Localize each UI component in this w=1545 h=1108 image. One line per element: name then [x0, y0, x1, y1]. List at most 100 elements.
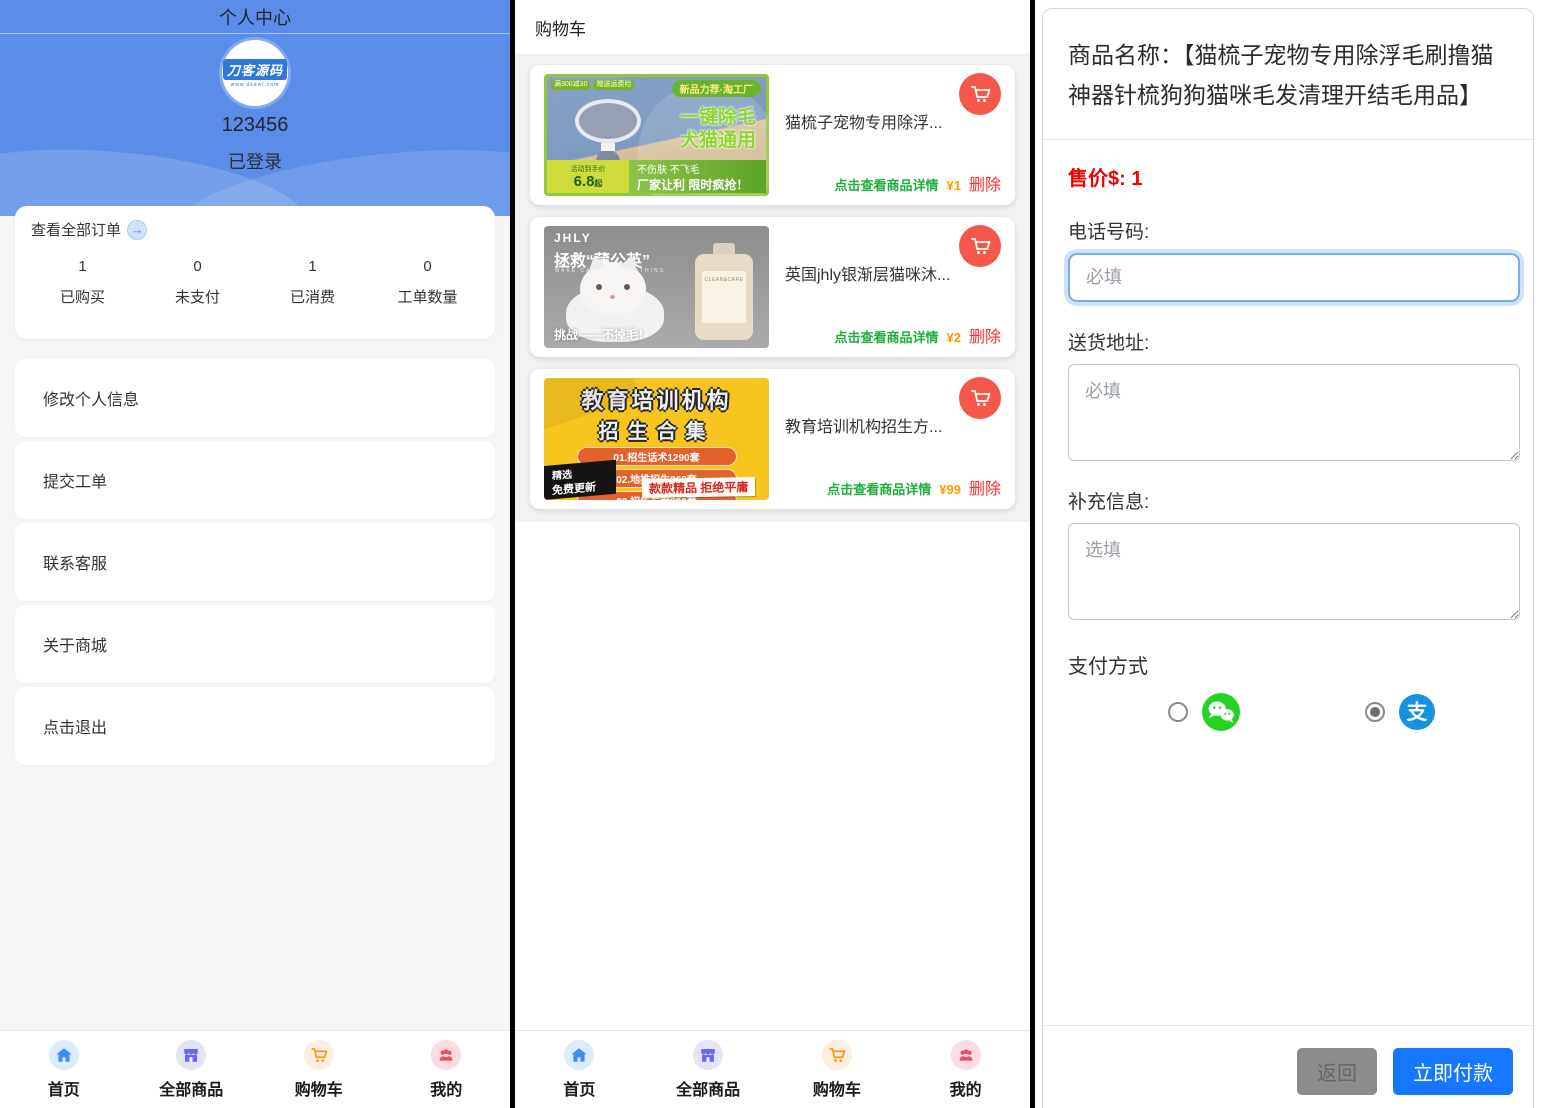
product-image-brush[interactable]: 满300减30 赠送运费险 新品力荐·淘工厂 一键除毛 犬猫通用 — [544, 74, 769, 196]
address-textarea[interactable] — [1068, 364, 1520, 461]
username: 123456 — [0, 114, 510, 137]
delete-item-link[interactable]: 删除 — [969, 475, 1001, 499]
profile-page-title: 个人中心 — [0, 0, 510, 34]
stat-purchased-value: 1 — [25, 258, 140, 275]
tab-mine[interactable]: 我的 — [901, 1040, 1030, 1100]
checkout-form: 商品名称：【猫梳子宠物专用除浮毛刷撸猫神器针梳狗狗猫咪毛发清理开结毛用品】 售价… — [1043, 9, 1533, 1025]
delete-item-link[interactable]: 删除 — [969, 171, 1001, 195]
tab-cart-label: 购物车 — [295, 1076, 343, 1100]
payment-option-alipay[interactable]: 支 — [1365, 694, 1435, 730]
alipay-icon: 支 — [1399, 694, 1435, 730]
menu-item-contact-support[interactable]: 联系客服 — [15, 523, 495, 601]
bottle-label: CLEAN&CARE — [702, 271, 746, 323]
home-icon — [564, 1040, 594, 1070]
stat-tickets: 0 工单数量 — [370, 258, 485, 307]
cart-item-title[interactable]: 猫梳子宠物专用除浮... — [785, 109, 965, 133]
arrow-right-icon: → — [127, 220, 147, 240]
ad-headline1: 一键除毛 — [680, 107, 756, 130]
extra-info-label: 补充信息: — [1068, 487, 1508, 514]
people-icon — [431, 1040, 461, 1070]
payment-options: 支 — [1043, 693, 1533, 731]
stat-purchased-label: 已购买 — [25, 286, 140, 307]
stat-unpaid-value: 0 — [140, 258, 255, 275]
menu-item-about-mall[interactable]: 关于商城 — [15, 605, 495, 683]
avatar-logo-text: 刀客源码 — [223, 59, 287, 80]
tab-home[interactable]: 首页 — [0, 1040, 128, 1100]
stat-purchased: 1 已购买 — [25, 258, 140, 307]
bottle-graphic: CLEAN&CARE — [695, 243, 753, 340]
tab-home-label: 首页 — [48, 1076, 80, 1100]
ad-slogan: 款款精品 拒绝平庸 — [641, 477, 755, 498]
order-stats: 1 已购买 0 未支付 1 已消费 0 工单数量 — [25, 258, 485, 307]
ad-brand: JHLY — [554, 231, 592, 245]
view-all-orders-link[interactable]: 查看全部订单 → — [25, 219, 485, 240]
cart-badge-icon[interactable] — [959, 73, 1001, 115]
tab-cart[interactable]: 购物车 — [255, 1040, 383, 1100]
ad-promo2: 厂家让利 限时疯抢！ — [637, 176, 766, 193]
cart-item-title[interactable]: 英国jhly银渐层猫咪沐... — [785, 261, 965, 285]
menu-item-submit-ticket[interactable]: 提交工单 — [15, 441, 495, 519]
ad-price-suffix: 起 — [594, 179, 602, 188]
profile-panel: 个人中心 刀客源码 www.dkewl.com 123456 已登录 查看全部订… — [0, 0, 510, 1108]
phone-label: 电话号码: — [1068, 217, 1508, 244]
avatar-logo-url: www.dkewl.com — [231, 82, 280, 88]
ad-title1: 教育培训机构 — [544, 383, 769, 415]
ad-promo1: 不伤肤 不飞毛 — [637, 161, 766, 176]
cart-item-brush: 满300减30 赠送运费险 新品力荐·淘工厂 一键除毛 犬猫通用 — [530, 65, 1015, 205]
ad-badge: 满300减30 — [551, 80, 590, 90]
product-image-education[interactable]: 教育培训机构 招生合集 01.招生话术1290套 02.地推招生368套 03.… — [544, 378, 769, 500]
stat-tickets-label: 工单数量 — [370, 286, 485, 307]
stat-consumed: 1 已消费 — [255, 258, 370, 307]
cat-ad-art: JHLY 拯救“蒲公英” MAKE CATS LOVE BATHING — [544, 226, 769, 348]
avatar: 刀客源码 www.dkewl.com — [222, 40, 288, 106]
tab-all-products-label: 全部商品 — [159, 1076, 223, 1100]
view-detail-link[interactable]: 点击查看商品详情 — [835, 175, 939, 194]
tab-home[interactable]: 首页 — [515, 1040, 644, 1100]
payment-option-wechat[interactable] — [1168, 693, 1240, 731]
menu-item-logout[interactable]: 点击退出 — [15, 687, 495, 765]
login-status: 已登录 — [0, 148, 510, 174]
product-image-shampoo[interactable]: JHLY 拯救“蒲公英” MAKE CATS LOVE BATHING — [544, 226, 769, 348]
address-label: 送货地址: — [1068, 328, 1508, 355]
people-icon — [951, 1040, 981, 1070]
stat-unpaid-label: 未支付 — [140, 286, 255, 307]
menu-item-edit-profile[interactable]: 修改个人信息 — [15, 359, 495, 437]
cart-badge-icon[interactable] — [959, 225, 1001, 267]
wechat-icon — [1202, 693, 1240, 731]
phone-input[interactable] — [1068, 253, 1520, 302]
view-all-orders-label: 查看全部订单 — [31, 219, 121, 240]
alipay-radio[interactable] — [1365, 702, 1385, 722]
tab-all-products[interactable]: 全部商品 — [644, 1040, 773, 1100]
cart-item-shampoo: JHLY 拯救“蒲公英” MAKE CATS LOVE BATHING — [530, 217, 1015, 357]
cart-list: 满300减30 赠送运费险 新品力荐·淘工厂 一键除毛 犬猫通用 — [515, 55, 1030, 522]
cart-item-price: ¥1 — [947, 178, 961, 193]
store-icon — [693, 1040, 723, 1070]
delete-item-link[interactable]: 删除 — [969, 323, 1001, 347]
tab-mine-label: 我的 — [430, 1076, 462, 1100]
cart-page-title: 购物车 — [515, 0, 1030, 55]
ad-challenge: 挑战——不掉毛！ — [554, 326, 650, 343]
cart-item-price: ¥2 — [947, 330, 961, 345]
stat-consumed-value: 1 — [255, 258, 370, 275]
pay-now-button[interactable]: 立即付款 — [1393, 1048, 1513, 1095]
cart-item-title[interactable]: 教育培训机构招生方... — [785, 413, 965, 437]
product-name: 商品名称：【猫梳子宠物专用除浮毛刷撸猫神器针梳狗狗猫咪毛发清理开结毛用品】 — [1043, 9, 1533, 140]
wechat-radio[interactable] — [1168, 702, 1188, 722]
tab-all-products[interactable]: 全部商品 — [128, 1040, 256, 1100]
back-button[interactable]: 返回 — [1297, 1048, 1377, 1095]
view-detail-link[interactable]: 点击查看商品详情 — [835, 327, 939, 346]
tab-cart[interactable]: 购物车 — [773, 1040, 902, 1100]
ad-topright-label: 新品力荐·淘工厂 — [672, 80, 761, 97]
product-name-label: 商品名称： — [1068, 42, 1183, 68]
tab-all-products-label: 全部商品 — [676, 1076, 740, 1100]
edu-ad-art: 教育培训机构 招生合集 01.招生话术1290套 02.地推招生368套 03.… — [544, 378, 769, 500]
store-icon — [176, 1040, 206, 1070]
view-detail-link[interactable]: 点击查看商品详情 — [827, 479, 931, 498]
extra-info-textarea[interactable] — [1068, 523, 1520, 620]
payment-method-label: 支付方式 — [1068, 650, 1508, 679]
cart-badge-icon[interactable] — [959, 377, 1001, 419]
cart-icon — [822, 1040, 852, 1070]
ad-title2: 招生合集 — [544, 415, 769, 444]
tab-mine[interactable]: 我的 — [383, 1040, 511, 1100]
tab-cart-label: 购物车 — [813, 1076, 861, 1100]
